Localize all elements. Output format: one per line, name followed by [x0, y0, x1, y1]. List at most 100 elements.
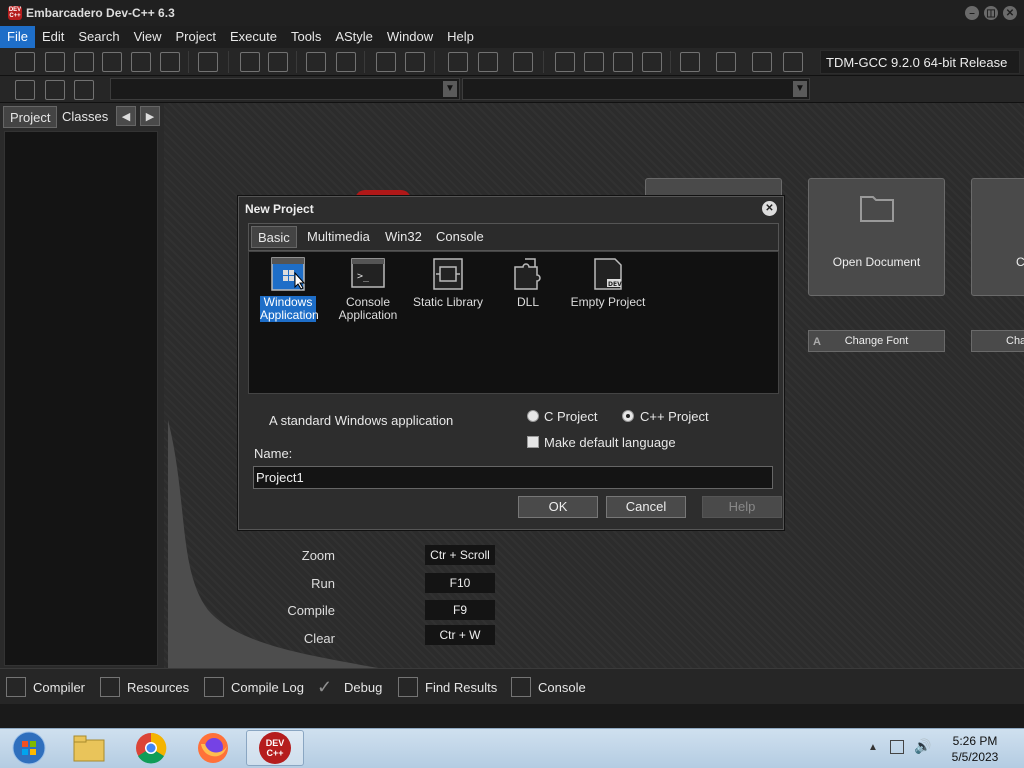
check-icon: ✓ — [317, 677, 333, 697]
new-file-icon[interactable] — [15, 52, 35, 72]
project-type-label[interactable]: Console Application — [328, 296, 408, 322]
save-all-icon[interactable] — [102, 52, 122, 72]
help-button[interactable]: Help — [702, 496, 782, 518]
project-type-label[interactable]: Windows Application — [260, 296, 319, 322]
menu-view[interactable]: View — [127, 26, 169, 48]
undo-icon[interactable] — [376, 52, 396, 72]
truncated-button[interactable]: Cha — [971, 330, 1024, 352]
redo-icon[interactable] — [405, 52, 425, 72]
menu-astyle[interactable]: AStyle — [328, 26, 380, 48]
tray-expand-icon[interactable]: ▲ — [868, 742, 878, 753]
project-type-label[interactable]: DLL — [488, 296, 568, 309]
replace-icon[interactable] — [268, 52, 288, 72]
cpp-project-label[interactable]: C++ Project — [640, 409, 709, 424]
console-app-icon[interactable]: >_ — [351, 257, 385, 291]
menu-execute[interactable]: Execute — [223, 26, 284, 48]
close-all-icon[interactable] — [160, 52, 180, 72]
project-name-input[interactable]: Project1 — [253, 466, 773, 489]
project-type-label[interactable]: Empty Project — [568, 296, 648, 309]
close-file-icon[interactable] — [131, 52, 151, 72]
chevron-down-icon[interactable]: ▼ — [443, 81, 457, 97]
save-icon[interactable] — [74, 52, 94, 72]
new-project-icon[interactable] — [448, 52, 468, 72]
menu-edit[interactable]: Edit — [35, 26, 71, 48]
chevron-down-icon[interactable]: ▼ — [793, 81, 807, 97]
devcpp-taskbar-button[interactable]: DEV C++ — [246, 730, 304, 766]
volume-icon[interactable]: 🔊 — [914, 738, 931, 755]
tab-multimedia[interactable]: Multimedia — [301, 226, 376, 248]
tab-compile-log[interactable]: Compile Log — [204, 676, 304, 698]
tab-resources[interactable]: Resources — [100, 676, 189, 698]
project-type-label[interactable]: Static Library — [408, 296, 488, 309]
menu-project[interactable]: Project — [169, 26, 223, 48]
class-combo[interactable]: ▼ — [110, 78, 460, 100]
truncated-tile[interactable]: C — [971, 178, 1024, 296]
menu-tools[interactable]: Tools — [284, 26, 328, 48]
run-icon[interactable] — [584, 52, 604, 72]
title-bar: DEV C++ Embarcadero Dev-C++ 6.3 — [0, 0, 1024, 26]
empty-project-icon[interactable]: DEV — [591, 257, 625, 291]
rebuild-icon[interactable] — [642, 52, 662, 72]
compiler-select[interactable]: TDM-GCC 9.2.0 64-bit Release — [820, 50, 1020, 74]
explorer-taskbar-button[interactable] — [62, 730, 116, 766]
insert-icon[interactable] — [15, 80, 35, 100]
tab-project[interactable]: Project — [3, 106, 58, 128]
make-default-label[interactable]: Make default language — [544, 435, 676, 450]
bookmark-icon[interactable] — [45, 80, 65, 100]
chrome-taskbar-button[interactable] — [124, 730, 178, 766]
start-button[interactable] — [2, 730, 56, 766]
folder-icon — [73, 735, 105, 762]
tab-debug[interactable]: ✓ Debug — [317, 676, 382, 698]
print-icon[interactable] — [198, 52, 218, 72]
delete-icon[interactable] — [783, 52, 803, 72]
static-library-icon[interactable] — [431, 257, 465, 291]
unindent-icon[interactable] — [336, 52, 356, 72]
comment-icon[interactable] — [513, 52, 533, 72]
clock[interactable]: 5:26 PM 5/5/2023 — [940, 733, 1010, 765]
tab-console[interactable]: Console — [430, 226, 490, 248]
network-icon[interactable] — [890, 740, 904, 754]
tab-classes[interactable]: Classes — [56, 106, 114, 128]
tab-console[interactable]: Console — [511, 676, 586, 698]
chevron-right-icon[interactable]: ▶ — [140, 106, 160, 126]
compile-run-icon[interactable] — [613, 52, 633, 72]
open-document-tile[interactable]: Open Document — [808, 178, 945, 296]
change-font-button[interactable]: A Change Font — [808, 330, 945, 352]
menu-help[interactable]: Help — [440, 26, 481, 48]
firefox-taskbar-button[interactable] — [186, 730, 240, 766]
c-project-radio[interactable] — [527, 410, 539, 422]
cancel-button[interactable]: Cancel — [606, 496, 686, 518]
restore-icon[interactable]: ◫ — [984, 6, 998, 20]
menu-window[interactable]: Window — [380, 26, 440, 48]
project-tree[interactable] — [4, 131, 158, 666]
minimize-icon[interactable]: – — [965, 6, 979, 20]
make-default-checkbox[interactable] — [527, 436, 539, 448]
close-icon[interactable]: ✕ — [762, 201, 777, 216]
close-window-icon[interactable]: ✕ — [1003, 6, 1017, 20]
truncated-tile-label: C — [1016, 255, 1024, 269]
chart-icon[interactable] — [752, 52, 772, 72]
goto-bookmark-icon[interactable] — [74, 80, 94, 100]
stop-icon[interactable] — [716, 52, 736, 72]
member-combo[interactable]: ▼ — [462, 78, 810, 100]
hidden-tile[interactable] — [645, 178, 782, 198]
compile-icon[interactable] — [555, 52, 575, 72]
grid-icon — [6, 677, 26, 697]
tab-compiler[interactable]: Compiler — [6, 676, 85, 698]
cpp-project-radio[interactable] — [622, 410, 634, 422]
add-to-project-icon[interactable] — [478, 52, 498, 72]
menu-file[interactable]: File — [0, 26, 35, 48]
open-file-icon[interactable] — [45, 52, 65, 72]
check-syntax-icon[interactable] — [680, 52, 700, 72]
chevron-left-icon[interactable]: ◀ — [116, 106, 136, 126]
ok-button[interactable]: OK — [518, 496, 598, 518]
tab-basic[interactable]: Basic — [251, 226, 297, 248]
indent-icon[interactable] — [306, 52, 326, 72]
dll-icon[interactable] — [511, 257, 545, 291]
c-project-label[interactable]: C Project — [544, 409, 597, 424]
tab-find-results[interactable]: Find Results — [398, 676, 497, 698]
tab-win32[interactable]: Win32 — [379, 226, 428, 248]
menu-search[interactable]: Search — [71, 26, 126, 48]
find-icon[interactable] — [240, 52, 260, 72]
shortcut-label: Clear — [303, 631, 335, 646]
